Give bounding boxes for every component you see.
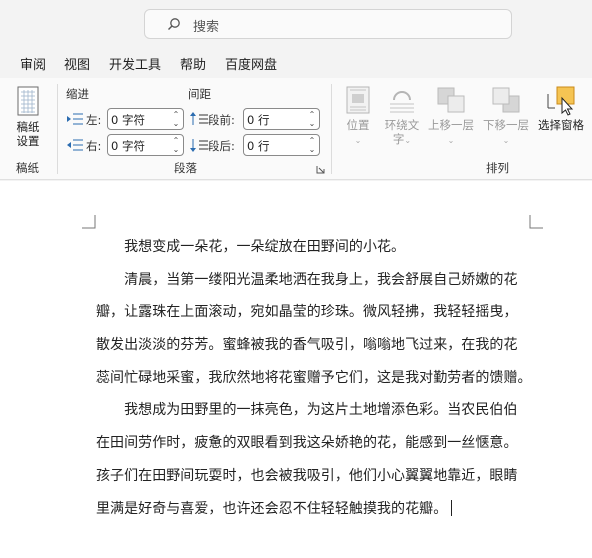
document-body[interactable]: 我想变成一朵花，一朵绽放在田野间的小花。 清晨，当第一缕阳光温柔地洒在我身上，我… xyxy=(96,231,532,526)
spacing-after-icon xyxy=(190,139,208,152)
group-divider xyxy=(57,84,58,174)
page-corner-mark-right xyxy=(529,215,543,229)
menu-bar: 审阅 视图 开发工具 帮助 百度网盘 xyxy=(0,50,592,76)
indent-right-value: 0 字符 xyxy=(111,139,145,153)
spinner-arrows-icon[interactable]: ⌃ ⌄ xyxy=(172,136,180,154)
text-line: 蕊间忙碌地采蜜，我欣然地将花蜜赠予它们，这是我对勤劳者的馈赠。 xyxy=(96,369,532,386)
selection-pane-button[interactable]: 选择窗格 xyxy=(534,86,588,132)
selection-pane-label: 选择窗格 xyxy=(538,118,584,132)
wrap-text-button[interactable]: 环绕文 字⌄ xyxy=(380,86,424,148)
text-line-content: 里满是好奇与喜爱，也许还会忍不住轻轻触摸我的花瓣。 xyxy=(96,500,448,517)
position-button[interactable]: 位置 ⌄ xyxy=(338,86,378,148)
wrap-text-label-1: 环绕文 xyxy=(384,118,420,132)
tab-help[interactable]: 帮助 xyxy=(180,54,206,73)
search-placeholder: 搜索 xyxy=(193,20,220,35)
manuscript-button-label-1: 稿纸 xyxy=(16,120,40,134)
paragraph-group-label: 段落 xyxy=(174,161,197,175)
wrap-text-icon xyxy=(390,91,414,113)
text-line: 清晨，当第一缕阳光温柔地洒在我身上，我会舒展自己娇嫩的花 xyxy=(96,271,518,288)
bring-forward-label: 上移一层 xyxy=(428,118,474,132)
spacing-before-label: 段前: xyxy=(208,113,235,127)
wrap-text-label-2: 字 xyxy=(392,132,405,146)
send-backward-button[interactable]: 下移一层 ⌄ xyxy=(480,86,532,148)
indent-left-label: 左: xyxy=(86,113,102,127)
text-line: 孩子们在田野间玩耍时，也会被我吸引，他们小心翼翼地靠近，眼睛 xyxy=(96,467,518,484)
tab-view[interactable]: 视图 xyxy=(64,54,90,73)
spacing-after-label: 段后: xyxy=(208,139,235,153)
spacing-title: 间距 xyxy=(188,87,211,101)
ribbon: 稿纸 设置 稿纸 缩进 间距 左: 0 字符 ⌃ ⌄ 右: 0 字符 ⌃ ⌄ 段前:… xyxy=(0,78,592,180)
send-backward-icon xyxy=(492,87,520,113)
manuscript-settings-button[interactable]: 稿纸 设置 xyxy=(6,86,50,148)
selection-pane-icon xyxy=(547,86,575,116)
text-line-last: 里满是好奇与喜爱，也许还会忍不住轻轻触摸我的花瓣。 xyxy=(96,493,528,526)
text-line: 在田间劳作时，疲惫的双眼看到我这朵娇艳的花，能感到一丝惬意。 xyxy=(96,435,518,452)
tab-review[interactable]: 审阅 xyxy=(20,54,46,73)
tab-baidu-netdisk[interactable]: 百度网盘 xyxy=(225,54,277,73)
arrange-group-label: 排列 xyxy=(486,161,509,175)
paragraph-dialog-launcher-icon[interactable] xyxy=(316,165,325,174)
text-line: 瓣，让露珠在上面滚动，宛如晶莹的珍珠。微风轻拂，我轻轻摇曳， xyxy=(96,304,518,321)
document-page[interactable]: 我想变成一朵花，一朵绽放在田野间的小花。 清晨，当第一缕阳光温柔地洒在我身上，我… xyxy=(0,181,592,558)
text-line: 我想成为田野里的一抹亮色，为这片土地增添色彩。当农民伯伯 xyxy=(96,402,518,419)
bring-forward-button[interactable]: 上移一层 ⌄ xyxy=(425,86,477,148)
indent-left-spinner[interactable]: 0 字符 ⌃ ⌄ xyxy=(107,108,184,130)
search-icon xyxy=(168,18,180,30)
indent-left-icon xyxy=(67,113,83,125)
search-box[interactable]: 搜索 xyxy=(144,9,512,39)
text-line: 散发出淡淡的芬芳。蜜蜂被我的香气吸引，嗡嗡地飞过来，在我的花 xyxy=(96,337,518,354)
spinner-arrows-icon[interactable]: ⌃ ⌄ xyxy=(172,110,180,128)
indent-right-icon xyxy=(67,139,83,151)
spinner-arrows-icon[interactable]: ⌃ ⌄ xyxy=(308,110,316,128)
spacing-after-value: 0 行 xyxy=(247,139,270,153)
position-label: 位置 xyxy=(346,118,370,132)
title-bar: 搜索 xyxy=(0,0,592,46)
indent-right-spinner[interactable]: 0 字符 ⌃ ⌄ xyxy=(107,134,184,156)
bring-forward-icon xyxy=(437,87,465,113)
text-line: 我想变成一朵花，一朵绽放在田野间的小花。 xyxy=(96,239,406,255)
group-divider xyxy=(331,84,332,174)
position-icon xyxy=(346,86,370,114)
tab-developer[interactable]: 开发工具 xyxy=(109,54,161,73)
manuscript-page-icon xyxy=(17,86,39,116)
spacing-before-value: 0 行 xyxy=(247,113,270,127)
page-corner-mark-left xyxy=(82,215,96,229)
indent-left-value: 0 字符 xyxy=(111,113,145,127)
manuscript-group-label: 稿纸 xyxy=(16,161,39,175)
send-backward-label: 下移一层 xyxy=(483,118,529,132)
manuscript-button-label-2: 设置 xyxy=(16,134,40,148)
spacing-after-spinner[interactable]: 0 行 ⌃ ⌄ xyxy=(243,134,320,156)
spacing-before-spinner[interactable]: 0 行 ⌃ ⌄ xyxy=(243,108,320,130)
spinner-arrows-icon[interactable]: ⌃ ⌄ xyxy=(308,136,316,154)
text-cursor xyxy=(451,499,453,516)
spacing-before-icon xyxy=(190,112,208,125)
indent-title: 缩进 xyxy=(66,87,89,101)
indent-right-label: 右: xyxy=(86,139,102,153)
